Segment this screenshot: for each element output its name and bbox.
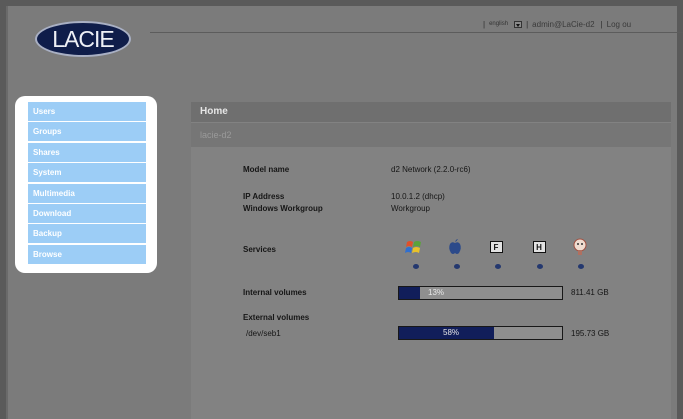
page-title: Home xyxy=(191,102,671,122)
lacie-logo[interactable]: LACIE xyxy=(35,21,131,57)
service-status-dot xyxy=(495,264,501,269)
sidebar-item-users[interactable]: Users xyxy=(28,102,146,121)
service-status-dot xyxy=(454,264,460,269)
ftp-label: F xyxy=(489,241,503,253)
model-label: Model name xyxy=(243,165,290,174)
sidebar-item-system[interactable]: System xyxy=(28,163,146,183)
header-divider xyxy=(150,32,683,33)
internal-volume-fill xyxy=(399,287,421,299)
service-status-dot xyxy=(537,264,543,269)
sidebar-item-backup[interactable]: Backup xyxy=(28,224,146,244)
external-volume-name: /dev/seb1 xyxy=(246,329,281,338)
windows-icon[interactable] xyxy=(405,237,423,257)
apple-icon[interactable] xyxy=(446,237,464,257)
services-label: Services xyxy=(243,245,276,254)
http-label: H xyxy=(532,241,546,253)
internal-volume-bar: 13% xyxy=(398,286,563,300)
external-volume-bar: 58% xyxy=(398,326,563,340)
external-volume-percent: 58% xyxy=(443,328,460,337)
frame-border xyxy=(6,6,8,419)
workgroup-value: Workgroup xyxy=(391,204,430,213)
language-select[interactable]: english xyxy=(489,21,508,27)
internal-volume-size: 811.41 GB xyxy=(571,288,609,297)
external-volumes-label: External volumes xyxy=(243,313,310,322)
sidebar-item-groups[interactable]: Groups xyxy=(28,122,146,142)
main-panel xyxy=(191,102,671,419)
bonjour-icon[interactable] xyxy=(571,237,589,257)
top-bar: | english | admin@LaCie-d2 | Log ou xyxy=(479,17,631,31)
separator: | xyxy=(600,19,603,29)
separator: | xyxy=(526,19,529,29)
sidebar-item-download[interactable]: Download xyxy=(28,203,146,223)
http-icon[interactable]: H xyxy=(530,237,548,257)
service-status-dot xyxy=(413,264,419,269)
internal-volume-percent: 13% xyxy=(428,288,445,297)
external-volume-size: 195.73 GB xyxy=(571,329,610,338)
device-name: lacie-d2 xyxy=(191,123,671,147)
sidebar-item-multimedia[interactable]: Multimedia xyxy=(28,183,146,203)
model-value: d2 Network (2.2.0-rc6) xyxy=(391,165,471,174)
sidebar-item-shares[interactable]: Shares xyxy=(28,142,146,162)
sidebar-item-browse[interactable]: Browse xyxy=(28,244,146,264)
separator: | xyxy=(483,19,486,29)
logout-link[interactable]: Log ou xyxy=(607,20,631,29)
user-label: admin@LaCie-d2 xyxy=(532,19,595,29)
internal-volumes-label: Internal volumes xyxy=(243,288,307,297)
sidebar-menu: Users Groups Shares System Multimedia Do… xyxy=(28,102,146,265)
ip-value: 10.0.1.2 (dhcp) xyxy=(391,192,445,201)
chevron-down-icon[interactable] xyxy=(514,20,523,28)
ftp-icon[interactable]: F xyxy=(487,237,505,257)
ip-label: IP Address xyxy=(243,192,285,201)
logo-text: LACIE xyxy=(52,25,114,52)
workgroup-label: Windows Workgroup xyxy=(243,204,323,213)
service-status-dot xyxy=(578,264,584,269)
